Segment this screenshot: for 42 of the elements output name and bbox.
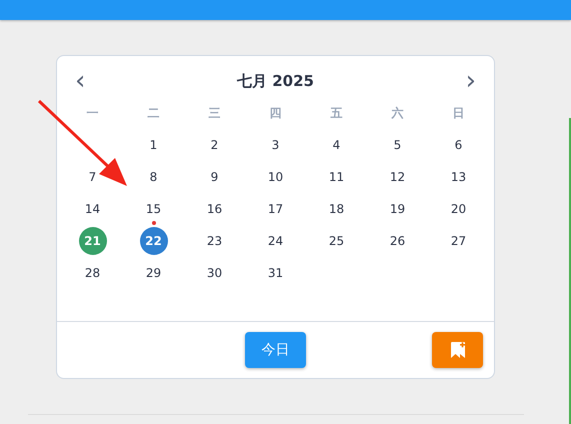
calendar-day[interactable]: 15 (140, 195, 168, 223)
weekday-label: 日 (452, 104, 464, 122)
calendar-day[interactable]: 1 (140, 131, 168, 159)
weekday-label: 三 (208, 104, 220, 122)
previous-month-button[interactable]: ‹ (71, 68, 90, 94)
calendar-day[interactable]: 8 (140, 163, 168, 191)
calendar-day[interactable]: 7 (78, 163, 106, 191)
next-month-button[interactable]: › (462, 68, 480, 94)
weekday-label: 五 (330, 104, 342, 122)
calendar-day[interactable]: 22 (140, 227, 168, 255)
calendar-day[interactable]: 9 (200, 163, 228, 191)
calendar-day[interactable]: 4 (322, 131, 350, 159)
calendar-day[interactable]: 28 (78, 259, 106, 287)
weekday-label: 六 (392, 104, 404, 122)
calendar-day[interactable]: 30 (200, 259, 228, 287)
calendar-day[interactable]: 14 (78, 195, 106, 223)
calendar-day[interactable]: 27 (444, 227, 472, 255)
add-bookmark-button[interactable] (432, 332, 483, 368)
calendar-day[interactable]: 3 (262, 131, 290, 159)
calendar-day[interactable]: 12 (384, 163, 412, 191)
calendar-day[interactable]: 23 (200, 227, 228, 255)
calendar-day[interactable]: 25 (322, 227, 350, 255)
calendar-day[interactable]: 24 (262, 227, 290, 255)
calendar-day[interactable]: 20 (444, 195, 472, 223)
calendar-day[interactable]: 19 (384, 195, 412, 223)
calendar-day[interactable]: 31 (262, 259, 290, 287)
calendar-day[interactable]: 5 (384, 131, 412, 159)
calendar-day[interactable]: 6 (444, 131, 472, 159)
calendar-day[interactable]: 10 (262, 163, 290, 191)
calendar-day[interactable]: 26 (384, 227, 412, 255)
calendar-day[interactable]: 11 (322, 163, 350, 191)
weekday-label: 一 (86, 104, 98, 122)
calendar-day[interactable]: 29 (140, 259, 168, 287)
calendar-day[interactable]: 17 (262, 195, 290, 223)
month-title: 七月 2025 (237, 72, 314, 90)
calendar-day[interactable]: 2 (200, 131, 228, 159)
calendar-day[interactable]: 13 (444, 163, 472, 191)
calendar-day[interactable]: 16 (200, 195, 228, 223)
calendar-day[interactable]: 18 (322, 195, 350, 223)
weekday-label: 四 (270, 104, 282, 122)
weekday-label: 二 (148, 104, 160, 122)
bookmark-plus-icon (450, 341, 466, 359)
